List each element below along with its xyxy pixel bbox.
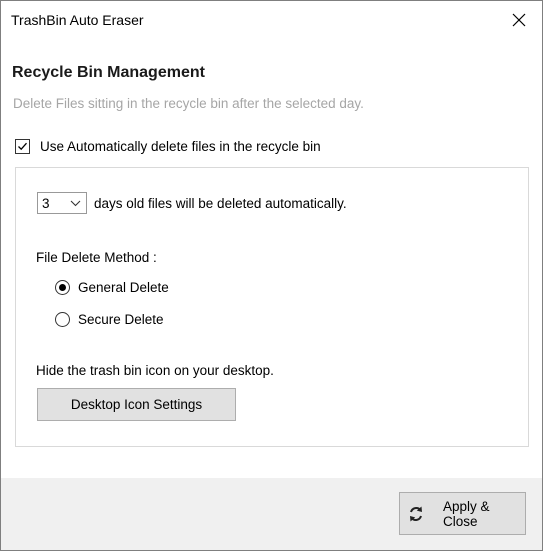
days-dropdown[interactable]: 3 [37, 192, 87, 214]
days-dropdown-value: 3 [42, 196, 50, 211]
auto-delete-label: Use Automatically delete files in the re… [40, 139, 321, 154]
radio-label: General Delete [78, 280, 169, 295]
close-button[interactable] [496, 1, 542, 39]
app-window: TrashBin Auto Eraser Recycle Bin Managem… [0, 0, 543, 551]
apply-close-label: Apply & Close [443, 498, 490, 529]
hide-icon-label: Hide the trash bin icon on your desktop. [36, 363, 274, 378]
days-row: 3 days old files will be deleted automat… [37, 192, 347, 214]
radio-general-delete[interactable]: General Delete [55, 280, 169, 295]
title-bar: TrashBin Auto Eraser [1, 1, 542, 39]
radio-secure-delete[interactable]: Secure Delete [55, 312, 164, 327]
auto-delete-checkbox-row[interactable]: Use Automatically delete files in the re… [15, 139, 321, 154]
radio-button[interactable] [55, 280, 70, 295]
radio-label: Secure Delete [78, 312, 164, 327]
window-title: TrashBin Auto Eraser [11, 12, 144, 28]
refresh-icon [407, 505, 425, 523]
delete-method-label: File Delete Method : [36, 250, 157, 265]
radio-button[interactable] [55, 312, 70, 327]
footer: Apply & Close [1, 478, 542, 550]
days-label: days old files will be deleted automatic… [94, 195, 347, 211]
auto-delete-checkbox[interactable] [15, 139, 30, 154]
page-subtitle: Delete Files sitting in the recycle bin … [13, 96, 364, 111]
desktop-icon-settings-button[interactable]: Desktop Icon Settings [37, 388, 236, 421]
checkmark-icon [18, 142, 27, 151]
apply-close-button[interactable]: Apply & Close [399, 492, 526, 535]
page-title: Recycle Bin Management [12, 64, 205, 81]
chevron-down-icon [70, 200, 81, 207]
settings-panel: 3 days old files will be deleted automat… [15, 167, 529, 447]
close-icon [512, 13, 526, 27]
